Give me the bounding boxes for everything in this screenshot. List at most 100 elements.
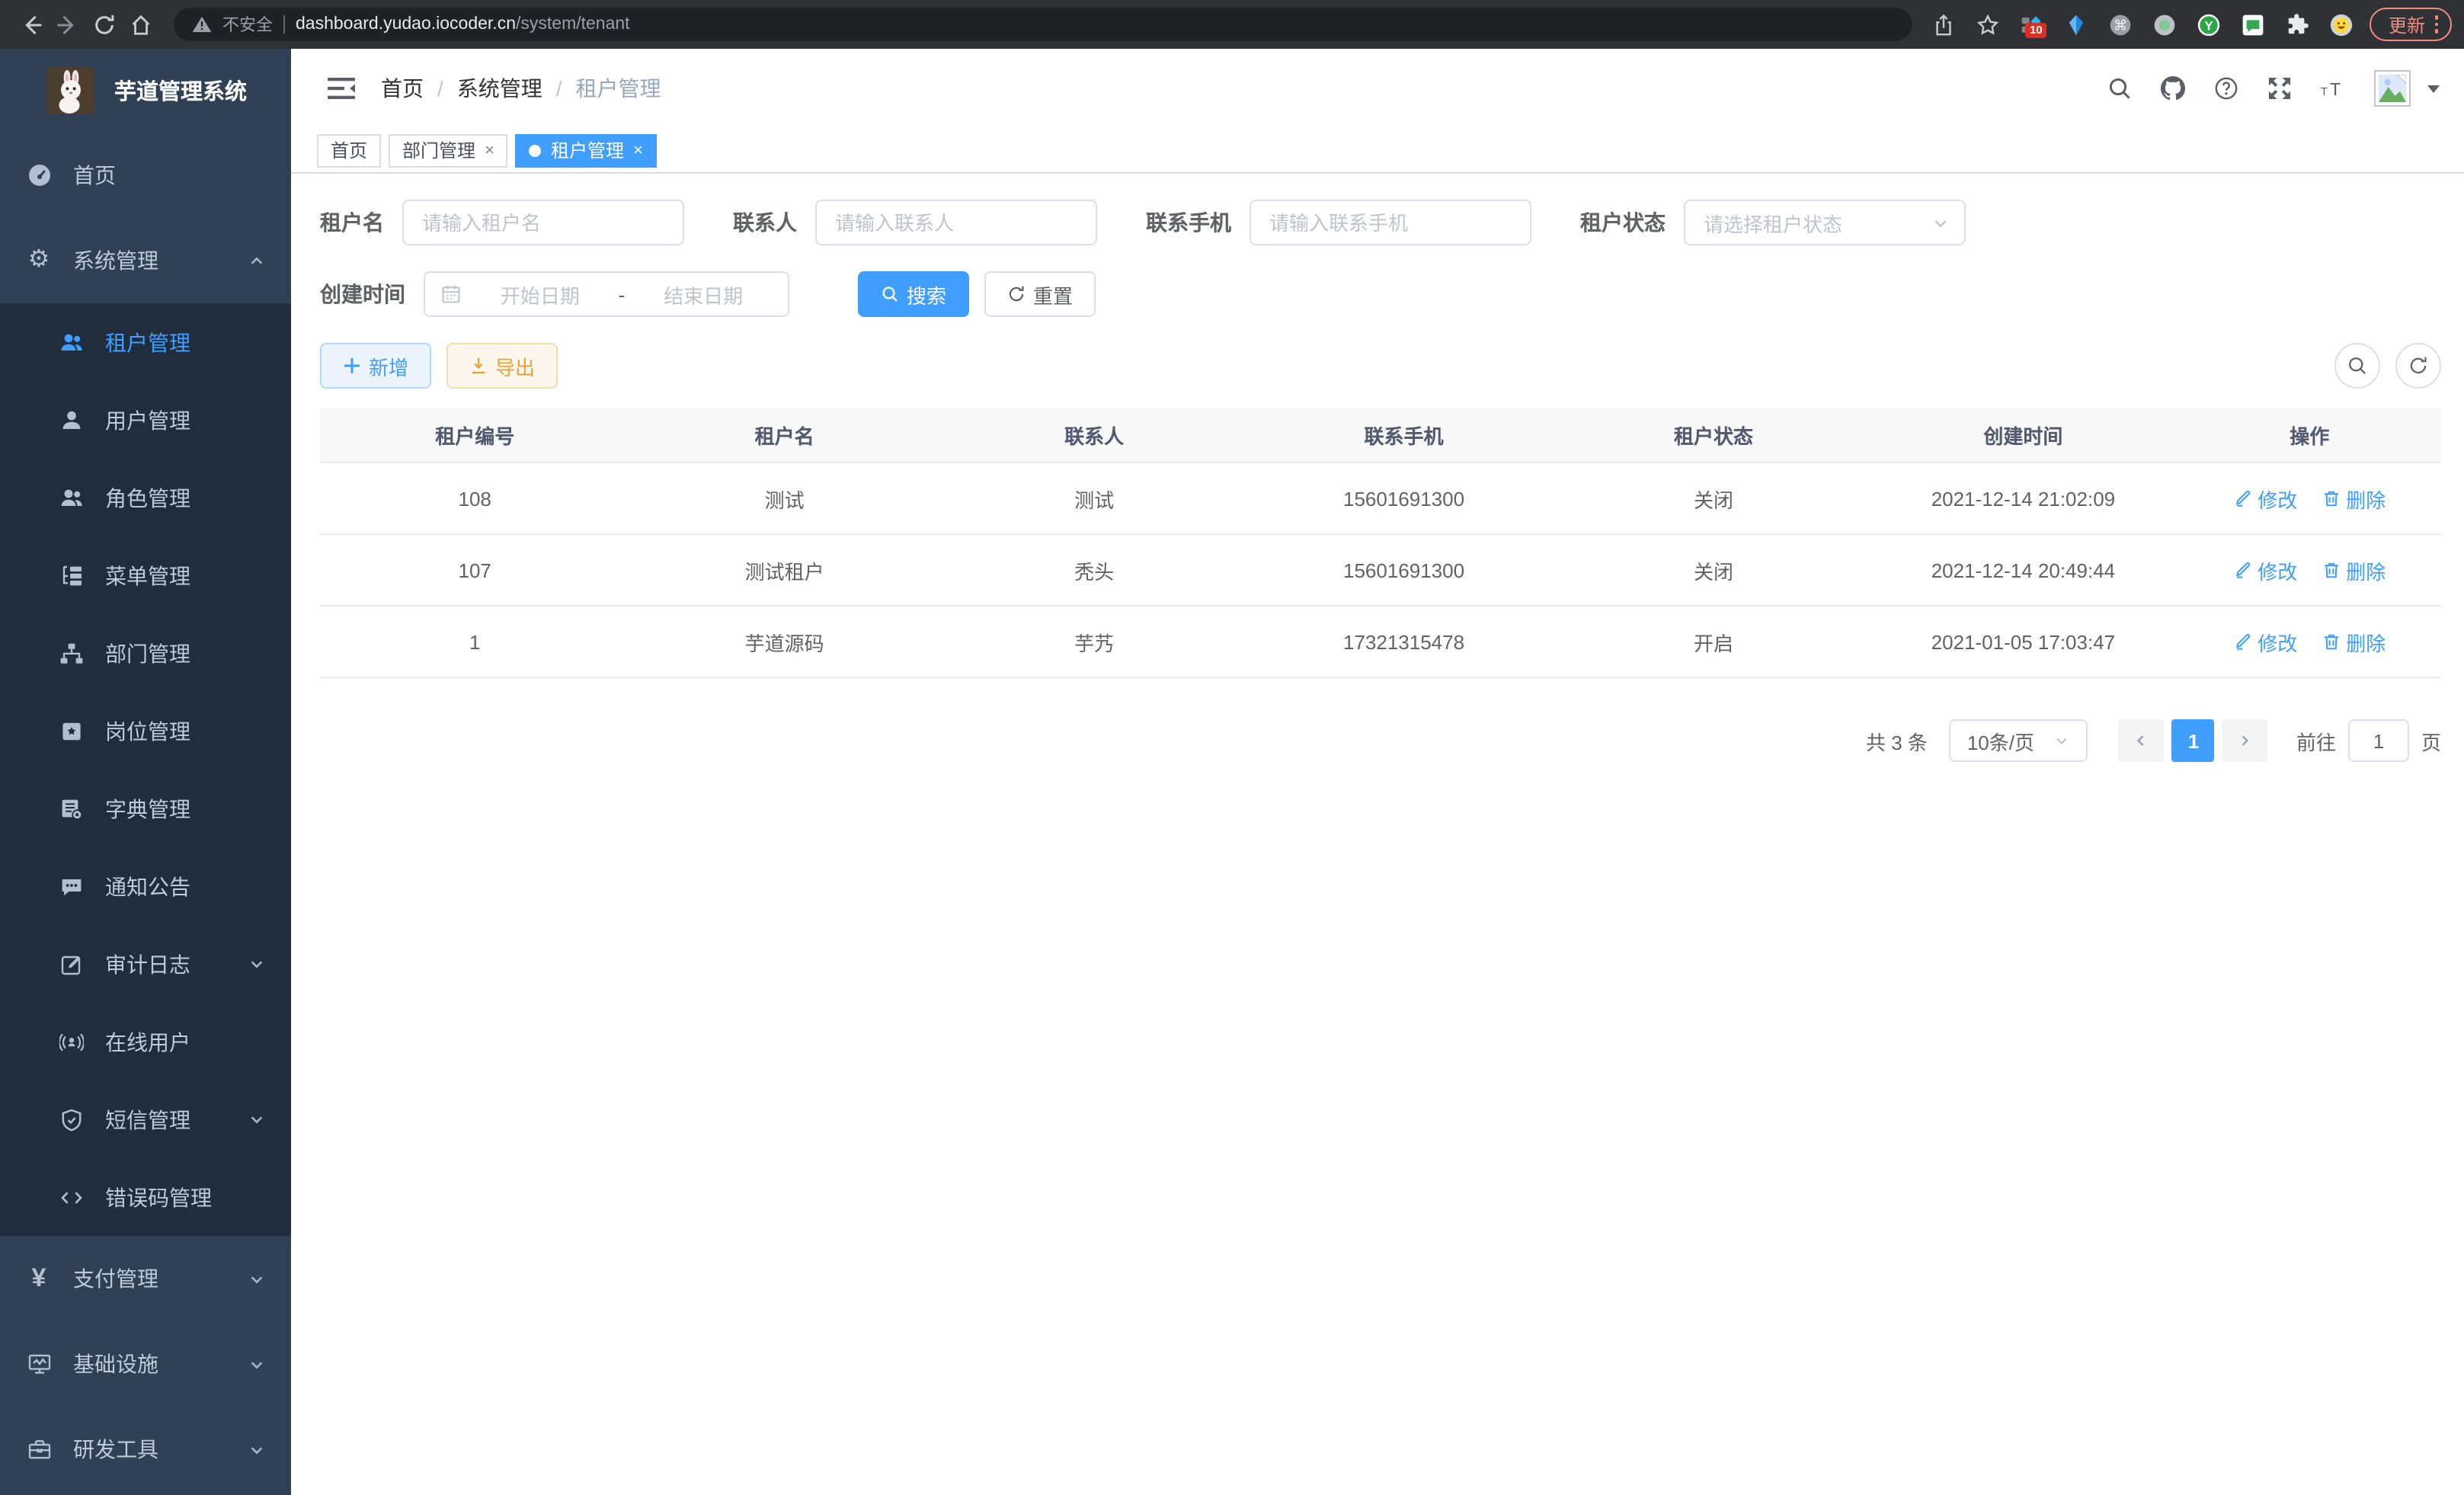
extension-tag-manager-icon[interactable]: 10: [2017, 9, 2047, 40]
warning-icon: [192, 15, 212, 34]
contact-input[interactable]: [815, 200, 1097, 245]
sidebar-item-notice[interactable]: 通知公告: [0, 847, 291, 925]
avatar-caret-icon[interactable]: [2427, 85, 2440, 92]
help-icon[interactable]: [2214, 76, 2238, 101]
edit-icon: [2233, 561, 2251, 579]
user-avatar[interactable]: [2374, 70, 2411, 107]
sidebar-item-menu[interactable]: 菜单管理: [0, 536, 291, 614]
close-icon[interactable]: ×: [485, 141, 494, 159]
forward-icon[interactable]: [49, 6, 85, 43]
extension-chat-icon[interactable]: [2238, 9, 2268, 40]
tab-dept[interactable]: 部门管理 ×: [389, 133, 508, 167]
github-icon[interactable]: [2161, 76, 2185, 101]
reload-icon[interactable]: [85, 6, 122, 43]
extension-green-dot-icon[interactable]: [2149, 9, 2180, 40]
system-submenu: 租户管理 用户管理 角色管理: [0, 303, 291, 1236]
close-icon[interactable]: ×: [633, 141, 643, 159]
sidebar-item-label: 支付管理: [73, 1263, 158, 1294]
tenant-name-input[interactable]: [402, 200, 684, 245]
trash-icon: [2322, 489, 2340, 507]
sidebar-item-role[interactable]: 角色管理: [0, 459, 291, 536]
tab-label: 租户管理: [551, 137, 624, 163]
sidebar-item-label: 在线用户: [105, 1026, 190, 1057]
sidebar-item-label: 菜单管理: [105, 560, 190, 591]
header-search-icon[interactable]: [2107, 76, 2132, 101]
sidebar-item-system[interactable]: ⚙ 系统管理: [0, 218, 291, 303]
extension-command-icon[interactable]: ⌘: [2105, 9, 2136, 40]
sidebar-item-home[interactable]: 首页: [0, 133, 291, 218]
edit-link[interactable]: 修改: [2233, 555, 2297, 584]
extension-y-icon[interactable]: Y: [2194, 9, 2224, 40]
export-button[interactable]: 导出: [446, 343, 558, 389]
url-path: /system/tenant: [516, 15, 630, 34]
tab-tenant[interactable]: 租户管理 ×: [516, 133, 657, 167]
share-icon[interactable]: [1928, 9, 1959, 40]
table-search-toggle-button[interactable]: [2334, 343, 2380, 389]
gear-icon: ⚙: [26, 248, 52, 274]
mobile-input[interactable]: [1250, 200, 1531, 245]
sidebar-item-dev-tools[interactable]: 研发工具: [0, 1407, 291, 1492]
sidebar-item-dept[interactable]: 部门管理: [0, 614, 291, 692]
sidebar-item-dict[interactable]: 字典管理: [0, 770, 291, 847]
browser-menu-icon[interactable]: [2434, 16, 2438, 34]
sidebar-item-infrastructure[interactable]: 基础设施: [0, 1321, 291, 1407]
table-header: 租户编号 租户名 联系人 联系手机 租户状态 创建时间 操作: [320, 408, 2441, 463]
user-icon: [58, 407, 84, 433]
font-size-icon[interactable]: TT: [2321, 76, 2345, 101]
sidebar-item-error-code[interactable]: 错误码管理: [0, 1158, 291, 1236]
goto-page-input[interactable]: [2348, 719, 2409, 762]
sidebar-item-sms[interactable]: 短信管理: [0, 1080, 291, 1158]
search-button[interactable]: 搜索: [858, 271, 969, 317]
delete-link[interactable]: 删除: [2322, 484, 2386, 513]
table-refresh-button[interactable]: [2395, 343, 2441, 389]
bookmark-star-icon[interactable]: [1973, 9, 2003, 40]
edit-link[interactable]: 修改: [2233, 484, 2297, 513]
sidebar-item-tenant[interactable]: 租户管理: [0, 303, 291, 381]
app-title: 芋道管理系统: [114, 75, 247, 107]
sidebar-item-label: 审计日志: [105, 949, 190, 979]
date-range-picker[interactable]: 开始日期 - 结束日期: [424, 271, 789, 317]
extensions-puzzle-icon[interactable]: [2282, 9, 2312, 40]
add-button[interactable]: 新增: [320, 343, 431, 389]
online-user-icon: [58, 1029, 84, 1055]
sidebar-item-payment[interactable]: ¥ 支付管理: [0, 1236, 291, 1321]
shield-check-icon: [58, 1106, 84, 1132]
col-created: 创建时间: [1868, 421, 2178, 450]
breadcrumb-home[interactable]: 首页: [381, 73, 424, 104]
breadcrumb-system[interactable]: 系统管理: [457, 73, 542, 104]
sidebar-item-user[interactable]: 用户管理: [0, 381, 291, 459]
delete-link[interactable]: 删除: [2322, 555, 2386, 584]
sidebar-item-online-user[interactable]: 在线用户: [0, 1003, 291, 1080]
back-icon[interactable]: [12, 6, 49, 43]
chevron-down-icon: [248, 956, 265, 972]
profile-avatar-icon[interactable]: [2326, 9, 2357, 40]
sidebar-item-audit-log[interactable]: 审计日志: [0, 925, 291, 1003]
edit-link[interactable]: 修改: [2233, 627, 2297, 656]
status-select[interactable]: 请选择租户状态: [1684, 200, 1966, 245]
fullscreen-icon[interactable]: [2267, 76, 2292, 101]
trash-icon: [2322, 561, 2340, 579]
cell-tenant-name: 测试租户: [629, 555, 939, 584]
sidebar-fold-icon[interactable]: [328, 76, 355, 101]
page-size-select[interactable]: 10条/页: [1949, 719, 2088, 762]
tab-home[interactable]: 首页: [317, 133, 381, 167]
cell-status: 开启: [1559, 627, 1868, 656]
extension-kite-icon[interactable]: [2061, 9, 2091, 40]
address-bar[interactable]: 不安全 dashboard.yudao.iocoder.cn/system/te…: [174, 8, 1913, 41]
cell-actions: 修改删除: [2178, 484, 2441, 513]
sidebar-item-label: 研发工具: [73, 1434, 158, 1465]
delete-link[interactable]: 删除: [2322, 627, 2386, 656]
chrome-update-button[interactable]: 更新: [2370, 8, 2452, 41]
col-actions: 操作: [2178, 421, 2441, 450]
security-label[interactable]: 不安全: [222, 12, 273, 37]
sidebar-item-post[interactable]: 岗位管理: [0, 692, 291, 770]
app-logo[interactable]: 芋道管理系统: [0, 49, 291, 133]
org-chart-icon: [58, 640, 84, 666]
page-number-1[interactable]: 1: [2172, 719, 2215, 762]
cell-tenant-name: 测试: [629, 484, 939, 513]
home-icon[interactable]: [122, 6, 158, 43]
reset-button[interactable]: 重置: [984, 271, 1096, 317]
next-page-button[interactable]: [2222, 719, 2268, 762]
prev-page-button[interactable]: [2119, 719, 2165, 762]
svg-text:⌘: ⌘: [2114, 17, 2127, 33]
